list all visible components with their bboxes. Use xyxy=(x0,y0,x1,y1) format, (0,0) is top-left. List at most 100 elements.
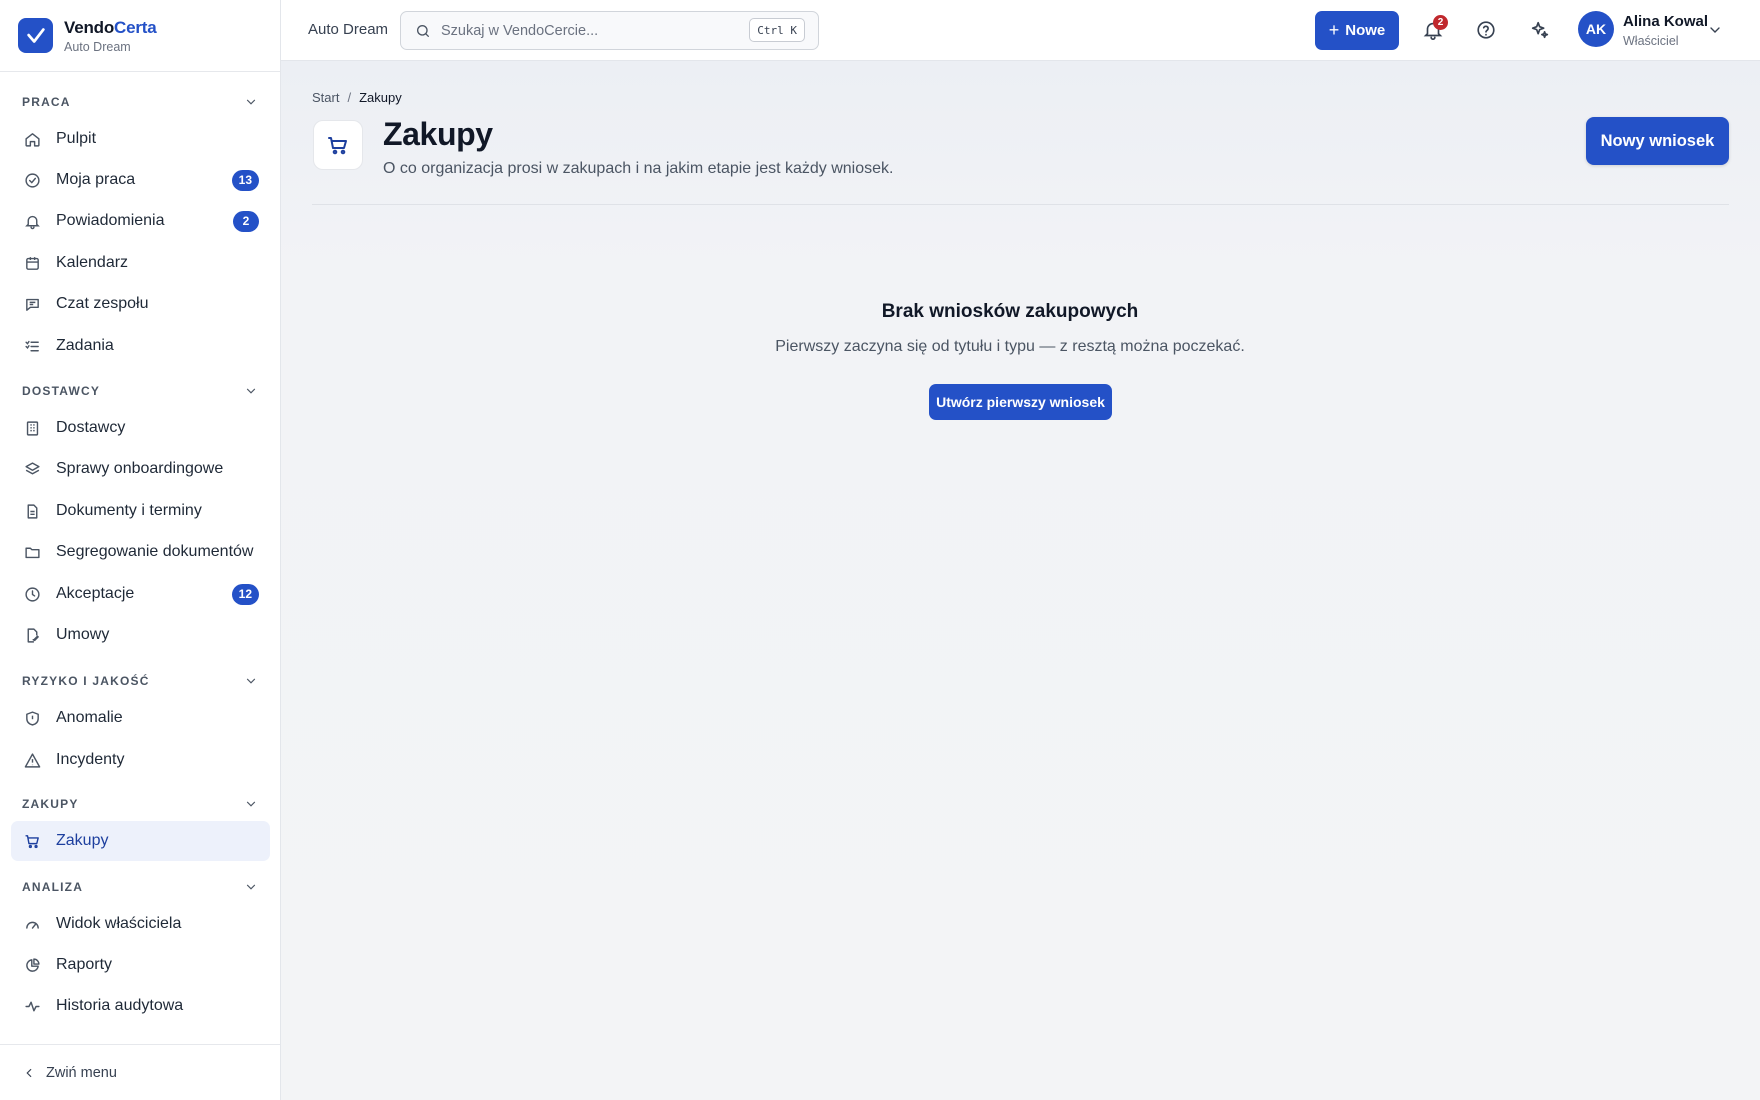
section-zakupy[interactable]: ZAKUPY xyxy=(11,796,270,812)
sidebar-item-moja-praca[interactable]: Moja praca 13 xyxy=(11,160,270,200)
sidebar-item-umowy[interactable]: Umowy xyxy=(11,615,270,655)
main-content: Start / Zakupy Zakupy O co organizacja pro… xyxy=(281,61,1760,1100)
sidebar-item-label: Zadania xyxy=(56,337,114,354)
new-button[interactable]: + Nowe xyxy=(1315,11,1399,50)
gauge-icon xyxy=(26,921,39,929)
chevron-down-icon xyxy=(246,884,256,890)
sidebar-item-label: Raporty xyxy=(56,956,113,973)
sidebar-item-zadania[interactable]: Zadania xyxy=(11,326,270,366)
org-name[interactable]: Auto Dream xyxy=(308,21,388,38)
sidebar-item-label: Dokumenty i terminy xyxy=(56,502,202,519)
user-role: Właściciel xyxy=(1623,34,1679,48)
shield-icon xyxy=(26,710,39,726)
sidebar-item-kalendarz[interactable]: Kalendarz xyxy=(11,243,270,283)
building-icon xyxy=(26,420,39,436)
search-icon xyxy=(417,24,429,37)
brand-name: VendoCerta xyxy=(64,17,157,37)
sidebar-item-dokumenty[interactable]: Dokumenty i terminy xyxy=(11,491,270,531)
sidebar-item-widok-wlasciciela[interactable]: Widok właściciela xyxy=(11,904,270,944)
plus-icon: + xyxy=(1328,20,1340,40)
search-shortcut: Ctrl K xyxy=(749,18,805,42)
sidebar-item-czat[interactable]: Czat zespołu xyxy=(11,284,270,324)
section-title: ZAKUPY xyxy=(22,797,79,811)
check-circle-icon xyxy=(25,172,40,188)
empty-state-subtitle: Pierwszy zaczyna się od tytułu i typu — … xyxy=(775,338,1245,355)
file-signature-icon xyxy=(27,627,39,643)
pie-chart-icon xyxy=(26,957,40,972)
sidebar-item-label: Akceptacje xyxy=(56,585,135,602)
sidebar-item-sprawy-onboardingowe[interactable]: Sprawy onboardingowe xyxy=(11,449,270,489)
chevron-down-icon[interactable] xyxy=(1707,22,1723,38)
breadcrumb-home[interactable]: Start xyxy=(312,90,339,105)
new-request-button[interactable]: Nowy wniosek xyxy=(1586,117,1729,165)
calendar-icon xyxy=(26,256,39,270)
chevron-down-icon xyxy=(246,678,256,684)
sidebar-item-label: Zakupy xyxy=(56,832,109,849)
count-badge: 13 xyxy=(231,169,259,191)
sidebar-item-label: Dostawcy xyxy=(56,419,126,436)
page-title: Zakupy xyxy=(383,116,493,152)
sidebar-item-historia-audytowa[interactable]: Historia audytowa xyxy=(11,986,270,1026)
sidebar-item-dostawcy[interactable]: Dostawcy xyxy=(11,408,270,448)
file-icon xyxy=(27,503,38,519)
sidebar-item-label: Moja praca xyxy=(56,171,136,188)
sidebar-item-zakupy[interactable]: Zakupy xyxy=(11,821,270,861)
brand-org: Auto Dream xyxy=(64,39,131,54)
collapse-menu-label: Zwiń menu xyxy=(46,1064,117,1081)
sidebar-item-label: Anomalie xyxy=(56,709,123,726)
breadcrumb-separator: / xyxy=(347,90,352,105)
section-analiza[interactable]: ANALIZA xyxy=(11,879,270,895)
sidebar: VendoCerta Auto Dream PRACA Pulpit Moja … xyxy=(0,0,281,1100)
search-box[interactable]: Ctrl K xyxy=(400,11,819,50)
sidebar-item-pulpit[interactable]: Pulpit xyxy=(11,119,270,159)
sidebar-item-incydenty[interactable]: Incydenty xyxy=(11,740,270,780)
folder-icon xyxy=(25,547,40,558)
bell-icon xyxy=(25,215,40,229)
search-input[interactable] xyxy=(441,22,741,39)
sidebar-item-label: Kalendarz xyxy=(56,254,129,271)
section-ryzyko[interactable]: RYZYKO I JAKOŚĆ xyxy=(11,673,270,689)
chat-icon xyxy=(26,298,39,311)
empty-state-title: Brak wniosków zakupowych xyxy=(881,301,1139,322)
sidebar-item-powiadomienia[interactable]: Powiadomienia 2 xyxy=(11,201,270,241)
new-button-label: Nowe xyxy=(1345,22,1386,39)
section-title: RYZYKO I JAKOŚĆ xyxy=(22,674,150,688)
collapse-menu-button[interactable]: Zwiń menu xyxy=(0,1044,280,1100)
count-badge: 2 xyxy=(233,210,259,232)
sidebar-item-raporty[interactable]: Raporty xyxy=(11,945,270,985)
sidebar-item-segregowanie[interactable]: Segregowanie dokumentów xyxy=(11,532,270,572)
list-check-icon xyxy=(25,340,39,351)
section-title: PRACA xyxy=(22,95,71,109)
avatar[interactable]: AK xyxy=(1578,11,1614,47)
layers-icon xyxy=(25,461,40,474)
sidebar-item-label: Powiadomienia xyxy=(56,212,165,229)
sidebar-item-label: Pulpit xyxy=(56,130,97,147)
count-badge: 12 xyxy=(231,583,259,605)
chevron-down-icon xyxy=(246,388,256,394)
breadcrumb: Start / Zakupy xyxy=(312,90,402,105)
sparkles-icon[interactable] xyxy=(1529,19,1551,41)
sidebar-item-label: Widok właściciela xyxy=(56,915,182,932)
section-title: ANALIZA xyxy=(22,880,84,894)
create-first-request-button[interactable]: Utwórz pierwszy wniosek xyxy=(929,384,1112,420)
user-name[interactable]: Alina Kowal xyxy=(1623,13,1708,30)
page-subtitle: O co organizacja prosi w zakupach i na j… xyxy=(383,160,894,177)
cart-icon xyxy=(25,834,39,848)
help-icon[interactable] xyxy=(1475,19,1497,41)
breadcrumb-current: Zakupy xyxy=(359,90,402,105)
logo-icon xyxy=(18,18,53,53)
section-title: DOSTAWCY xyxy=(22,384,101,398)
chevron-left-icon xyxy=(26,1068,32,1077)
section-dostawcy[interactable]: DOSTAWCY xyxy=(11,383,270,399)
brand[interactable]: VendoCerta Auto Dream xyxy=(0,0,280,72)
home-icon xyxy=(25,132,40,147)
sidebar-item-label: Umowy xyxy=(56,626,110,643)
topbar: Auto Dream Ctrl K + Nowe 2 AK Alina Kowa… xyxy=(281,0,1760,61)
sidebar-item-label: Sprawy onboardingowe xyxy=(56,460,224,477)
divider xyxy=(312,204,1729,205)
notification-badge: 2 xyxy=(1433,15,1448,30)
sidebar-item-anomalie[interactable]: Anomalie xyxy=(11,698,270,738)
section-praca[interactable]: PRACA xyxy=(11,94,270,110)
sidebar-item-akceptacje[interactable]: Akceptacje 12 xyxy=(11,574,270,614)
chevron-down-icon xyxy=(246,99,256,105)
